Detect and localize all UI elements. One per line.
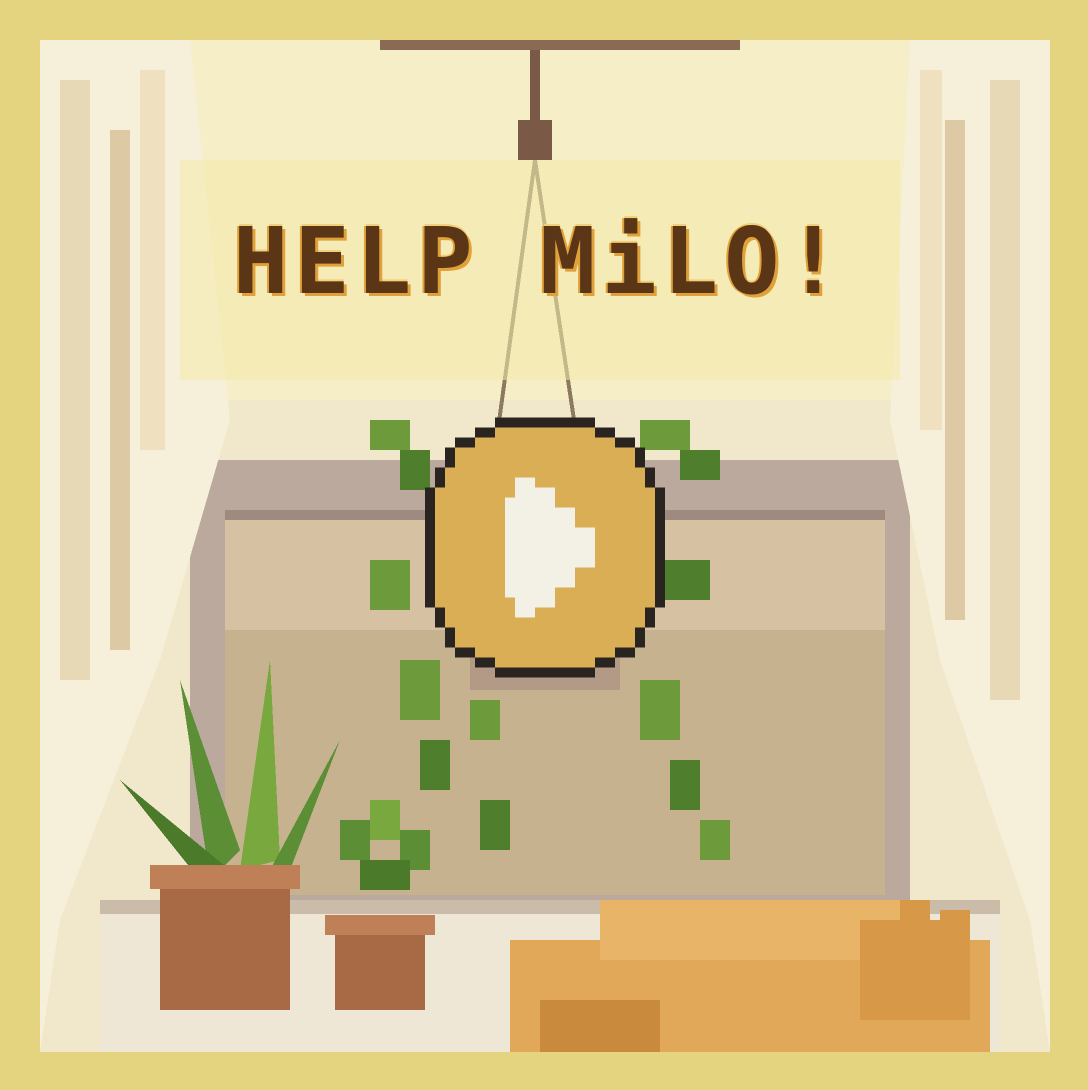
game-title: HELP MiLO! [233,208,847,315]
game-frame: HELP MiLO! [40,40,1050,1052]
play-button[interactable] [405,405,685,690]
title-banner: HELP MiLO! [180,160,900,380]
hanger-hook [518,120,552,160]
curtain-rod [380,40,740,50]
play-icon [425,417,665,678]
hanger-string [530,50,540,130]
